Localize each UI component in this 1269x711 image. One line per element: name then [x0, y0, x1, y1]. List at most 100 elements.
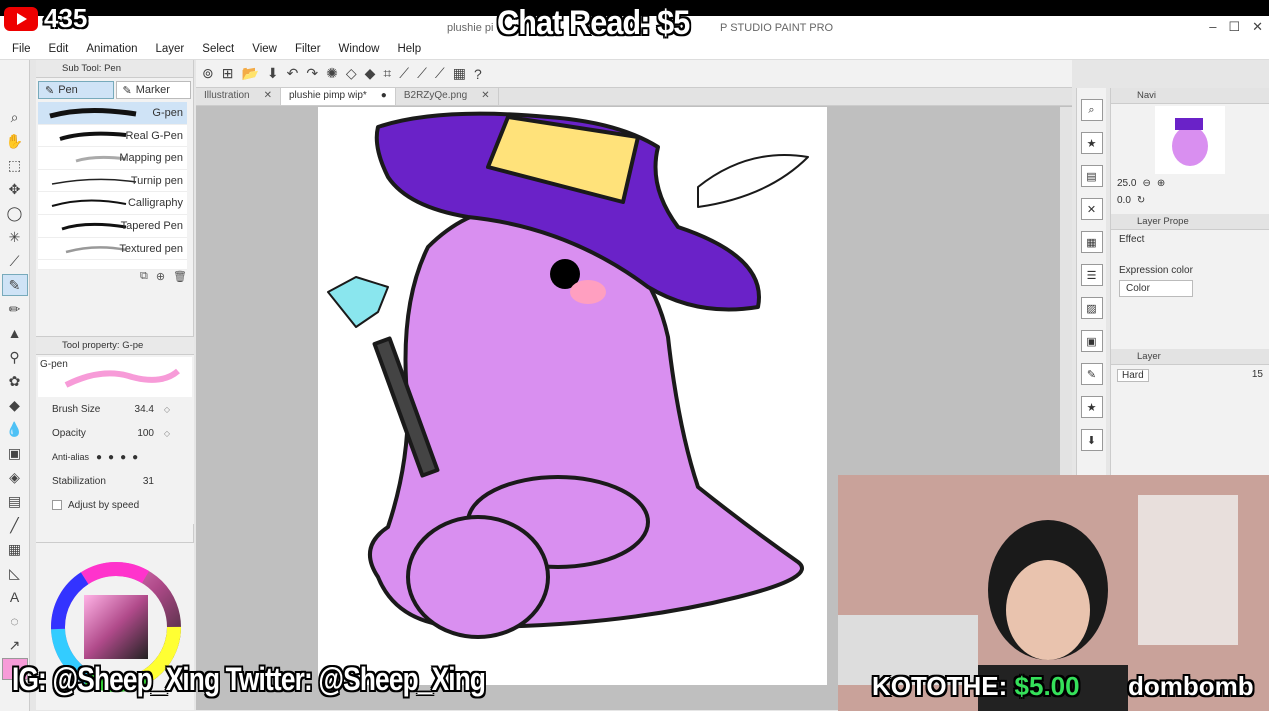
list-item[interactable]: G-pen — [38, 102, 187, 125]
undo-icon[interactable]: ↶ — [287, 65, 299, 82]
manual-icon[interactable]: ▦ — [453, 65, 466, 82]
fill-icon[interactable]: ◆ — [365, 65, 376, 82]
redo-icon[interactable]: ↷ — [306, 65, 318, 82]
grid-icon[interactable]: ▦ — [1080, 231, 1103, 253]
delete-subtool-icon[interactable]: 🗑 — [173, 270, 187, 288]
layer-icon[interactable]: ▤ — [1080, 165, 1103, 187]
tab-b2rzyqe[interactable]: B2RZyQe.png ✕ — [396, 88, 499, 105]
bucket-tool-icon[interactable]: ◈ — [2, 466, 28, 488]
menu-file[interactable]: File — [6, 40, 37, 59]
rotation-value[interactable]: 0.0 — [1117, 195, 1131, 206]
move-tool-icon[interactable]: ✥ — [2, 178, 28, 200]
tab-pen[interactable]: ✎ Pen — [38, 81, 114, 99]
rotate-icon[interactable]: ↻ — [1137, 195, 1145, 206]
menu-select[interactable]: Select — [196, 40, 240, 59]
tab-marker[interactable]: ✎ Marker — [115, 81, 191, 99]
ruler-icon[interactable]: ▨ — [1080, 297, 1103, 319]
list-item[interactable]: Real G-Pen — [38, 124, 187, 148]
antialias-weak-icon[interactable]: ● — [108, 452, 114, 463]
lasso-tool-icon[interactable]: ◯ — [2, 202, 28, 224]
pen-tool-icon[interactable]: ✎ — [1, 274, 28, 296]
snap-special-icon[interactable]: ⟋ — [417, 65, 427, 82]
open-icon[interactable]: 📂 — [241, 65, 258, 82]
blend-tool-icon[interactable]: 💧 — [2, 418, 28, 440]
brush-tool-icon[interactable]: ▲ — [2, 322, 28, 344]
drawing-canvas[interactable] — [318, 107, 827, 685]
copy-subtool-icon[interactable]: ⧉ — [140, 270, 148, 288]
figure-tool-icon[interactable]: ╱ — [2, 514, 28, 536]
list-item[interactable]: Textured pen — [38, 237, 187, 261]
star-icon[interactable]: ★ — [1080, 396, 1103, 418]
star-icon[interactable]: ★ — [1080, 132, 1103, 154]
list-item[interactable]: Tapered Pen — [38, 214, 187, 238]
expression-color-select[interactable]: Color — [1119, 280, 1193, 297]
maximize-icon[interactable]: ☐ — [1228, 19, 1240, 35]
close-square-icon[interactable]: ✕ — [1080, 198, 1103, 220]
fill-tool-icon[interactable]: ▣ — [2, 442, 28, 464]
menu-edit[interactable]: Edit — [43, 40, 75, 59]
eyedropper-tool-icon[interactable]: ⟋ — [2, 250, 28, 272]
menu-layer[interactable]: Layer — [150, 40, 191, 59]
correct-line-tool-icon[interactable]: ↗ — [2, 634, 28, 656]
menu-help[interactable]: Help — [391, 40, 427, 59]
zoom-tool-icon[interactable]: ⌕ — [2, 106, 28, 128]
eraser-tool-icon[interactable]: ◆ — [2, 394, 28, 416]
frame-tool-icon[interactable]: ▦ — [2, 538, 28, 560]
download-icon[interactable]: ⬇ — [1080, 429, 1103, 451]
zoom-in-icon[interactable]: ⊕ — [1157, 178, 1165, 189]
ruler-tool-icon[interactable]: ◺ — [2, 562, 28, 584]
duplicate-subtool-icon[interactable]: ⊕ — [156, 270, 165, 288]
antialias-strong-icon[interactable]: ● — [132, 452, 138, 463]
text-tool-icon[interactable]: A — [2, 586, 28, 608]
gradient-tool-icon[interactable]: ▤ — [2, 490, 28, 512]
list-item[interactable]: Mapping pen — [38, 147, 187, 170]
edit-icon[interactable]: ✎ — [1080, 363, 1103, 385]
close-icon[interactable]: ✕ — [264, 90, 272, 103]
menu-view[interactable]: View — [246, 40, 283, 59]
menu-animation[interactable]: Animation — [80, 40, 143, 59]
blend-mode-select[interactable]: Hard — [1117, 369, 1149, 382]
help-icon[interactable]: ? — [474, 66, 482, 82]
antialias-row[interactable]: Anti-alias ● ● ● ● — [36, 445, 194, 469]
snap-ruler-icon[interactable]: ⟋ — [399, 65, 409, 82]
list-item[interactable] — [38, 260, 187, 271]
save-icon[interactable]: ⬇ — [267, 65, 279, 82]
settings-icon[interactable]: ⊚ — [202, 65, 214, 82]
balloon-tool-icon[interactable]: ◌ — [2, 610, 28, 632]
operation-tool-icon[interactable]: ⬚ — [2, 154, 28, 176]
close-icon[interactable]: ● — [381, 90, 387, 103]
menu-filter[interactable]: Filter — [289, 40, 327, 59]
zoom-out-icon[interactable]: ⊖ — [1142, 178, 1150, 189]
list-item[interactable]: Calligraphy — [38, 192, 187, 215]
pencil-tool-icon[interactable]: ✏ — [2, 298, 28, 320]
tab-illustration[interactable]: Illustration ✕ — [196, 88, 281, 105]
layer-opacity-value[interactable]: 15 — [1252, 369, 1263, 382]
hand-tool-icon[interactable]: ✋ — [2, 130, 28, 152]
navigator-thumbnail[interactable] — [1155, 106, 1225, 174]
decoration-tool-icon[interactable]: ✿ — [2, 370, 28, 392]
search-icon[interactable]: ⌕ — [1080, 99, 1103, 121]
snap-grid-icon[interactable]: ⟋ — [435, 65, 445, 82]
close-icon[interactable]: ✕ — [1252, 19, 1263, 35]
airbrush-tool-icon[interactable]: ⚲ — [2, 346, 28, 368]
clear-icon[interactable]: ◇ — [346, 65, 357, 82]
close-icon[interactable]: ✕ — [481, 90, 489, 103]
loading-icon[interactable]: ✺ — [326, 65, 338, 82]
list-icon[interactable]: ☰ — [1080, 264, 1103, 286]
auto-select-tool-icon[interactable]: ✳ — [2, 226, 28, 248]
checkbox[interactable] — [52, 500, 62, 510]
antialias-medium-icon[interactable]: ● — [120, 452, 126, 463]
antialias-none-icon[interactable]: ● — [96, 452, 102, 463]
menu-window[interactable]: Window — [333, 40, 386, 59]
opacity-row[interactable]: Opacity 100 ◇ — [36, 421, 194, 445]
zoom-value[interactable]: 25.0 — [1117, 178, 1136, 189]
tab-plushie-pimp[interactable]: plushie pimp wip* ● — [280, 88, 396, 105]
new-icon[interactable]: ⊞ — [222, 65, 234, 82]
stabilization-row[interactable]: Stabilization 31 — [36, 469, 194, 493]
list-item[interactable]: Turnip pen — [38, 169, 187, 193]
image-icon[interactable]: ▣ — [1080, 330, 1103, 352]
minimize-icon[interactable]: – — [1209, 19, 1216, 35]
brush-size-row[interactable]: Brush Size 34.4 ◇ — [36, 397, 194, 421]
adjust-by-speed-row[interactable]: Adjust by speed — [36, 493, 194, 517]
transform-icon[interactable]: ⌗ — [383, 65, 391, 82]
